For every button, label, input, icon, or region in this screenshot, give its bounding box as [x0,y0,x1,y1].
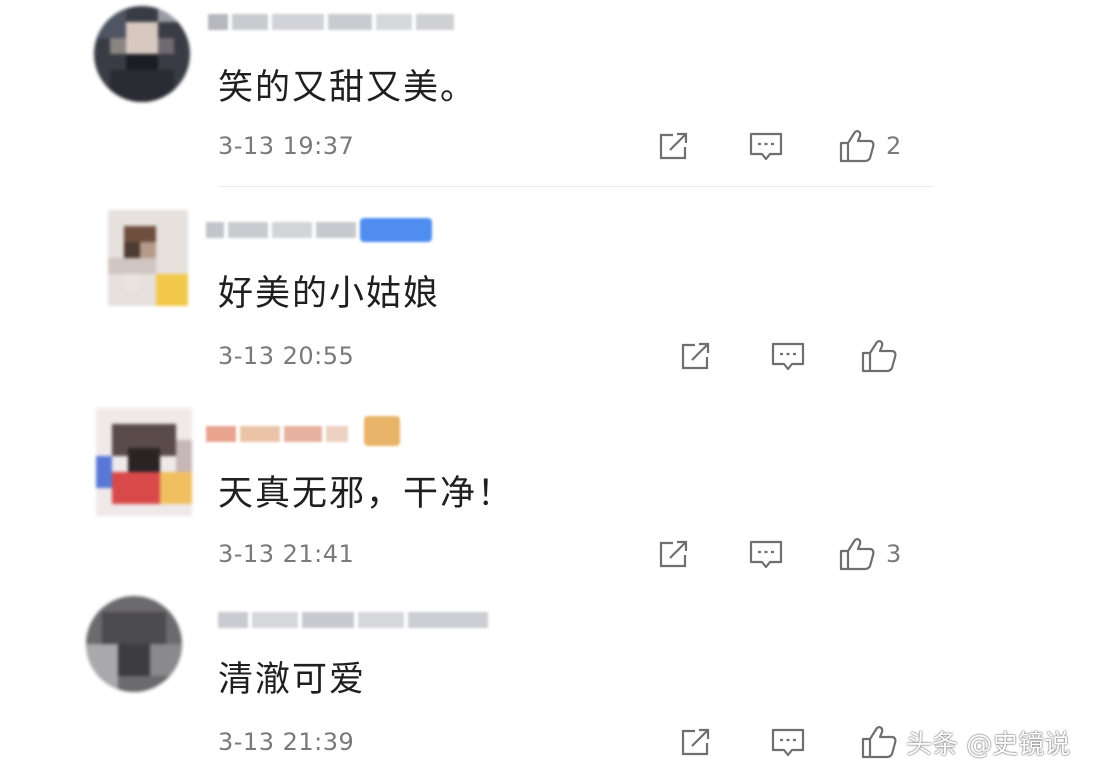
like-button[interactable]: 2 [838,128,901,164]
reply-button[interactable] [748,538,784,572]
comment-text: 清澈可爱 [218,660,367,700]
like-button[interactable]: 3 [838,536,901,572]
comment-text: 天真无邪，干净！ [218,474,515,514]
thumbs-up-icon [861,726,897,759]
avatar[interactable] [108,210,188,306]
thumbs-up-icon [839,130,875,163]
comment-icon [749,132,783,161]
share-button[interactable] [678,726,714,758]
comment-text: 好美的小姑娘 [218,274,441,314]
comment-time: 3-13 20:55 [218,342,355,370]
comment-icon [749,540,783,569]
divider [218,186,934,187]
like-count: 3 [886,540,902,568]
thumbs-up-icon [861,340,897,373]
watermark: 头条 @史镜说 [906,730,1071,760]
share-icon [659,540,688,568]
comment-item: 好美的小姑娘 3-13 20:55 [0,198,1106,388]
comment-icon [771,728,805,757]
thumbs-up-icon [839,538,875,571]
like-button[interactable] [860,338,908,374]
username-blurred[interactable] [206,218,432,244]
comment-text: 笑的又甜又美。 [218,68,478,108]
reply-button[interactable] [748,130,784,164]
share-button[interactable] [678,340,714,372]
share-button[interactable] [656,538,692,570]
reply-button[interactable] [770,340,806,374]
share-icon [659,132,688,160]
like-count: 2 [886,132,902,160]
share-icon [681,342,710,370]
share-button[interactable] [656,130,692,162]
avatar[interactable] [94,6,190,102]
username-blurred[interactable] [218,608,490,634]
comment-time: 3-13 19:37 [218,132,355,160]
reply-button[interactable] [770,726,806,760]
username-blurred[interactable] [208,10,458,36]
comment-item: 天真无邪，干净！ 3-13 21:41 3 [0,400,1106,590]
comment-item: 笑的又甜又美。 3-13 19:37 2 [0,0,1106,190]
avatar[interactable] [96,408,192,516]
avatar[interactable] [86,596,182,692]
share-icon [681,728,710,756]
comment-time: 3-13 21:39 [218,728,355,756]
comment-time: 3-13 21:41 [218,540,355,568]
like-button[interactable] [860,724,908,760]
username-blurred[interactable] [206,416,406,448]
comment-icon [771,342,805,371]
